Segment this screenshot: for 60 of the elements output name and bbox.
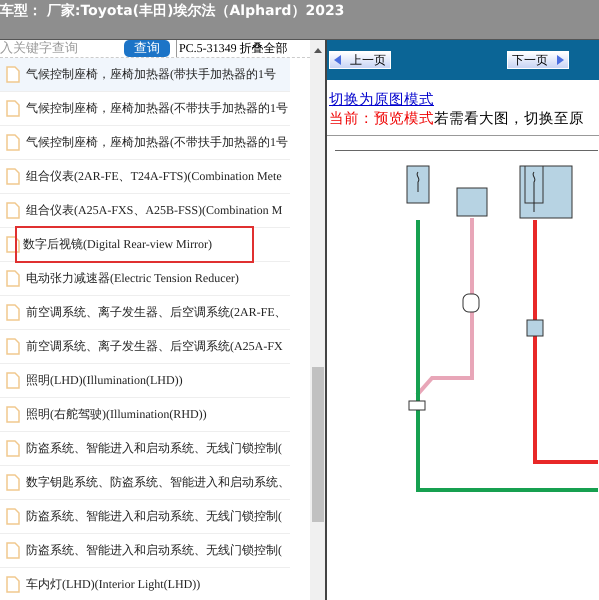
document-item[interactable]: 防盗系统、智能进入和启动系统、无线门锁控制( <box>23 538 285 563</box>
document-icon <box>6 372 20 389</box>
search-button[interactable]: 查询 <box>124 40 170 57</box>
document-icon <box>6 202 20 219</box>
list-row[interactable]: 车内灯(LHD)(Interior Light(LHD)) <box>0 568 290 600</box>
scrollbar[interactable] <box>310 40 325 600</box>
list-row[interactable]: 数字后视镜(Digital Rear-view Mirror) <box>0 228 290 262</box>
document-item[interactable]: 照明(LHD)(Illumination(LHD)) <box>23 368 186 393</box>
list-row[interactable]: 防盗系统、智能进入和启动系统、无线门锁控制( <box>0 500 290 534</box>
document-item[interactable]: 数字后视镜(Digital Rear-view Mirror) <box>17 228 252 261</box>
document-item[interactable]: 前空调系统、离子发生器、后空调系统(2AR-FE、 <box>23 300 290 325</box>
document-info: PC.5-31349 折叠全部 <box>176 40 288 57</box>
mode-hint: 若需看大图，切换至原 <box>434 111 584 127</box>
current-mode-label: 当前：预览模式 <box>329 111 434 127</box>
document-item[interactable]: 气候控制座椅，座椅加热器(不带扶手加热器的1号 <box>23 130 291 155</box>
left-arrow-icon <box>334 55 342 65</box>
list-row[interactable]: 气候控制座椅，座椅加热器(不带扶手加热器的1号 <box>0 126 290 160</box>
document-icon <box>6 542 20 559</box>
document-icon <box>6 338 20 355</box>
document-item[interactable]: 组合仪表(A25A-FXS、A25B-FSS)(Combination M <box>23 198 286 223</box>
list-row[interactable]: 前空调系统、离子发生器、后空调系统(2AR-FE、 <box>0 296 290 330</box>
document-item[interactable]: 气候控制座椅，座椅加热器(不带扶手加热器的1号 <box>23 96 291 121</box>
list-row[interactable]: 前空调系统、离子发生器、后空调系统(A25A-FX <box>0 330 290 364</box>
document-item[interactable]: 电动张力减速器(Electric Tension Reducer) <box>23 266 242 291</box>
document-item[interactable]: 气候控制座椅，座椅加热器(带扶手加热器的1号 <box>23 62 279 87</box>
document-item[interactable]: 防盗系统、智能进入和启动系统、无线门锁控制( <box>23 504 285 529</box>
switch-mode-link[interactable]: 切换为原图模式 <box>329 92 434 108</box>
document-icon <box>6 576 20 593</box>
document-icon <box>6 66 20 83</box>
list-row[interactable]: 电动张力减速器(Electric Tension Reducer) <box>0 262 290 296</box>
scroll-up-icon[interactable] <box>314 48 322 53</box>
document-icon <box>6 406 20 423</box>
list-row[interactable]: 照明(LHD)(Illumination(LHD)) <box>0 364 290 398</box>
window-title: 车型： 厂家:Toyota(丰田)埃尔法（Alphard）2023 <box>0 2 344 20</box>
list-row[interactable]: 数字钥匙系统、防盗系统、智能进入和启动系统、 <box>0 466 290 500</box>
right-arrow-icon <box>556 55 564 65</box>
document-icon <box>6 440 20 457</box>
document-item[interactable]: 防盗系统、智能进入和启动系统、无线门锁控制( <box>23 436 285 461</box>
document-icon <box>6 100 20 117</box>
list-row[interactable]: 气候控制座椅，座椅加热器(带扶手加热器的1号 <box>0 58 290 92</box>
list-row[interactable]: 气候控制座椅，座椅加热器(不带扶手加热器的1号 <box>0 92 290 126</box>
list-row[interactable]: 防盗系统、智能进入和启动系统、无线门锁控制( <box>0 432 290 466</box>
document-icon <box>6 304 20 321</box>
document-item[interactable]: 数字钥匙系统、防盗系统、智能进入和启动系统、 <box>23 470 293 495</box>
document-item[interactable]: 车内灯(LHD)(Interior Light(LHD)) <box>23 572 204 597</box>
document-icon <box>6 134 20 151</box>
document-icon <box>6 474 20 491</box>
list-row[interactable]: 防盗系统、智能进入和启动系统、无线门锁控制( <box>0 534 290 568</box>
scrollbar-thumb[interactable] <box>312 367 324 522</box>
document-icon <box>6 270 20 287</box>
document-item[interactable]: 照明(右舵驾驶)(Illumination(RHD)) <box>23 402 210 427</box>
document-icon <box>6 508 20 525</box>
previous-page-button[interactable]: 上一页 <box>329 51 391 69</box>
list-row[interactable]: 组合仪表(2AR-FE、T24A-FTS)(Combination Mete <box>0 160 290 194</box>
document-item[interactable]: 组合仪表(2AR-FE、T24A-FTS)(Combination Mete <box>23 164 285 189</box>
next-page-button[interactable]: 下一页 <box>507 51 569 69</box>
document-icon <box>6 168 20 185</box>
list-row[interactable]: 组合仪表(A25A-FXS、A25B-FSS)(Combination M <box>0 194 290 228</box>
list-row[interactable]: 照明(右舵驾驶)(Illumination(RHD)) <box>0 398 290 432</box>
document-item[interactable]: 前空调系统、离子发生器、后空调系统(A25A-FX <box>23 334 286 359</box>
